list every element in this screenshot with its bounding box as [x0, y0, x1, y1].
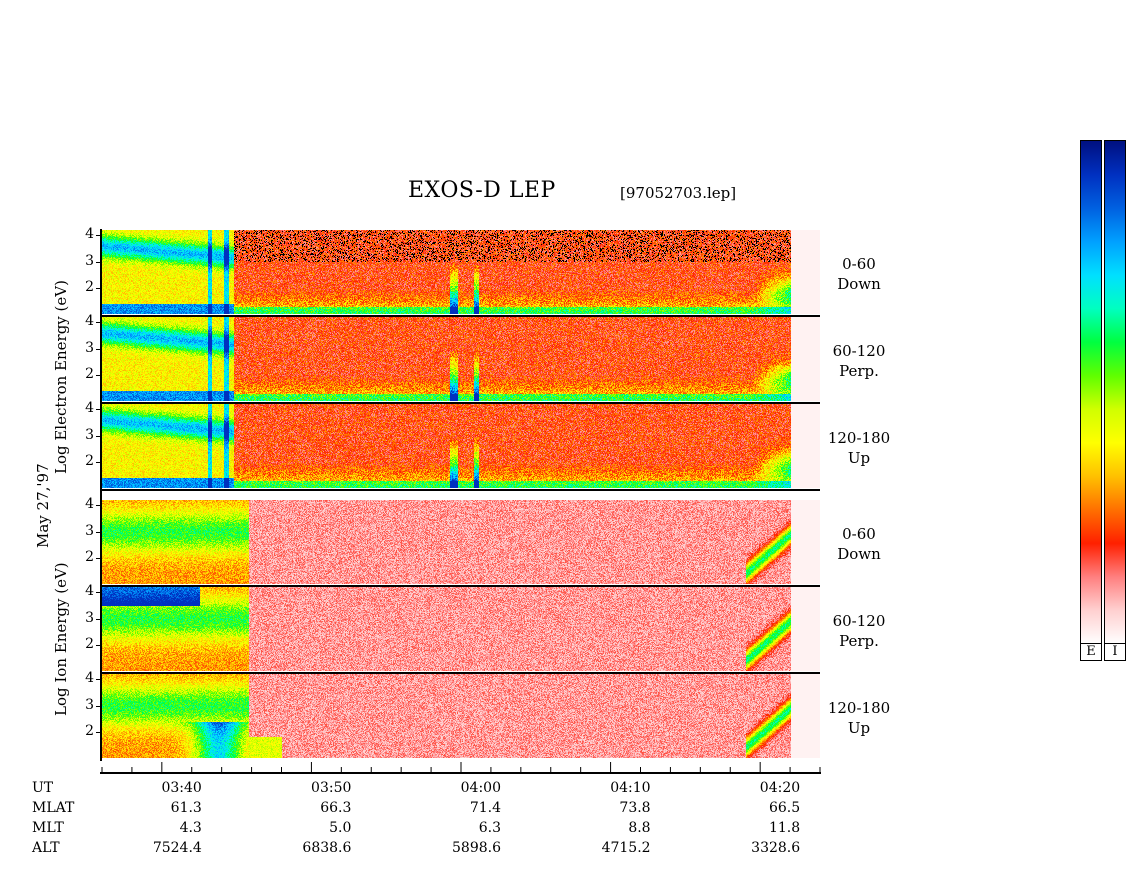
- pitch-label-i-perp: 60-120 Perp.: [824, 611, 894, 651]
- time-axis: [100, 762, 821, 774]
- ephemeris-ut-value: 03:50: [311, 780, 352, 796]
- spectrogram-i-up-image: [102, 674, 820, 758]
- y-tick-label: 3: [85, 609, 94, 626]
- ephemeris-ut-value: 04:10: [610, 780, 651, 796]
- ephemeris-alt-value: 6838.6: [302, 840, 352, 856]
- spectrogram-e-up-image: [102, 404, 820, 488]
- ion-colorbar-label: I: [1104, 643, 1126, 661]
- panel-separator: [102, 315, 820, 317]
- y-tick-label: 2: [85, 452, 94, 469]
- spectrogram-i-down: [102, 500, 820, 584]
- ephemeris-ut-value: 03:40: [161, 780, 202, 796]
- ephemeris-alt-value: 5898.6: [452, 840, 501, 856]
- ephemeris-ut-value: 04:20: [759, 780, 801, 796]
- ephemeris-mlat-value: 66.5: [768, 800, 801, 816]
- date-label: May 27,'97: [34, 463, 52, 548]
- y-tick-label: 2: [85, 365, 94, 382]
- pitch-label-i-down: 0-60 Down: [824, 524, 894, 564]
- electron-colorbar-label: E: [1080, 643, 1102, 661]
- panel-separator: [102, 672, 820, 674]
- ephemeris-mlat-value: 61.3: [170, 800, 202, 816]
- panel-separator: [102, 402, 820, 404]
- y-axis-line: [100, 229, 102, 761]
- electron-axis-label: Log Electron Energy (eV): [52, 280, 70, 474]
- ephemeris-mlat-value: 66.3: [320, 800, 352, 816]
- y-tick-label: 3: [85, 522, 94, 539]
- pitch-range: 120-180: [827, 429, 891, 447]
- y-tick-label: 3: [85, 252, 94, 269]
- y-tick-label: 2: [85, 722, 94, 739]
- pitch-direction: Up: [847, 719, 871, 737]
- ephemeris-ut-value: 04:00: [460, 780, 501, 796]
- spectrogram-i-up: [102, 674, 820, 758]
- pitch-direction: Up: [847, 449, 871, 467]
- y-tick-label: 2: [85, 635, 94, 652]
- pitch-range: 60-120: [832, 612, 886, 630]
- spectrogram-i-down-image: [102, 500, 820, 584]
- pitch-direction: Perp.: [839, 362, 879, 380]
- pitch-label-e-up: 120-180 Up: [824, 428, 894, 468]
- y-tick-label: 4: [85, 400, 94, 417]
- electron-colorbar: [1080, 140, 1102, 645]
- ephemeris-row-label: MLT: [32, 820, 64, 836]
- ephemeris-alt-value: 7524.4: [152, 840, 202, 856]
- panel-separator: [102, 489, 820, 491]
- ephemeris-mlt-value: 4.3: [179, 820, 202, 836]
- pitch-range: 120-180: [827, 699, 891, 717]
- ephemeris-mlat-value: 71.4: [469, 800, 501, 816]
- pitch-direction: Down: [837, 545, 881, 563]
- y-tick-label: 4: [85, 313, 94, 330]
- y-tick-label: 3: [85, 339, 94, 356]
- file-label: [97052703.lep]: [620, 184, 737, 202]
- spectrogram-i-perp: [102, 587, 820, 671]
- ephemeris-alt-value: 4715.2: [601, 840, 651, 856]
- y-tick-label: 4: [85, 583, 94, 600]
- ephemeris-row-label: ALT: [32, 840, 60, 856]
- spectrogram-e-perp: [102, 317, 820, 401]
- ephemeris-alt-value: 3328.6: [751, 840, 801, 856]
- time-ticks: [101, 762, 821, 773]
- y-tick-label: 4: [85, 226, 94, 243]
- pitch-direction: Down: [837, 275, 881, 293]
- spectrogram-e-down: [102, 230, 820, 314]
- spectrogram-e-up: [102, 404, 820, 488]
- ephemeris-mlt-value: 6.3: [478, 820, 501, 836]
- pitch-direction: Perp.: [839, 632, 879, 650]
- ion-colorbar: [1104, 140, 1126, 645]
- ephemeris-mlat-value: 73.8: [619, 800, 651, 816]
- species-gap: [102, 492, 820, 499]
- panel-separator: [102, 585, 820, 587]
- ion-axis-label: Log Ion Energy (eV): [52, 562, 70, 716]
- ephemeris-mlt-value: 8.8: [628, 820, 651, 836]
- y-tick-label: 3: [85, 426, 94, 443]
- y-tick-label: 4: [85, 670, 94, 687]
- y-tick-label: 4: [85, 496, 94, 513]
- y-tick-label: 3: [85, 696, 94, 713]
- pitch-label-i-up: 120-180 Up: [824, 698, 894, 738]
- pitch-range: 0-60: [842, 255, 876, 273]
- chart-title: EXOS-D LEP: [408, 178, 556, 203]
- y-tick-label: 2: [85, 548, 94, 565]
- spectrogram-e-perp-image: [102, 317, 820, 401]
- pitch-range: 0-60: [842, 525, 876, 543]
- ephemeris-row-label: UT: [32, 780, 54, 796]
- pitch-label-e-down: 0-60 Down: [824, 254, 894, 294]
- pitch-range: 60-120: [832, 342, 886, 360]
- ephemeris-mlt-value: 5.0: [329, 820, 352, 836]
- y-tick-label: 2: [85, 278, 94, 295]
- pitch-label-e-perp: 60-120 Perp.: [824, 341, 894, 381]
- ephemeris-row-label: MLAT: [32, 800, 75, 816]
- ephemeris-mlt-value: 11.8: [768, 820, 801, 836]
- spectrogram-e-down-image: [102, 230, 820, 314]
- spectrogram-i-perp-image: [102, 587, 820, 671]
